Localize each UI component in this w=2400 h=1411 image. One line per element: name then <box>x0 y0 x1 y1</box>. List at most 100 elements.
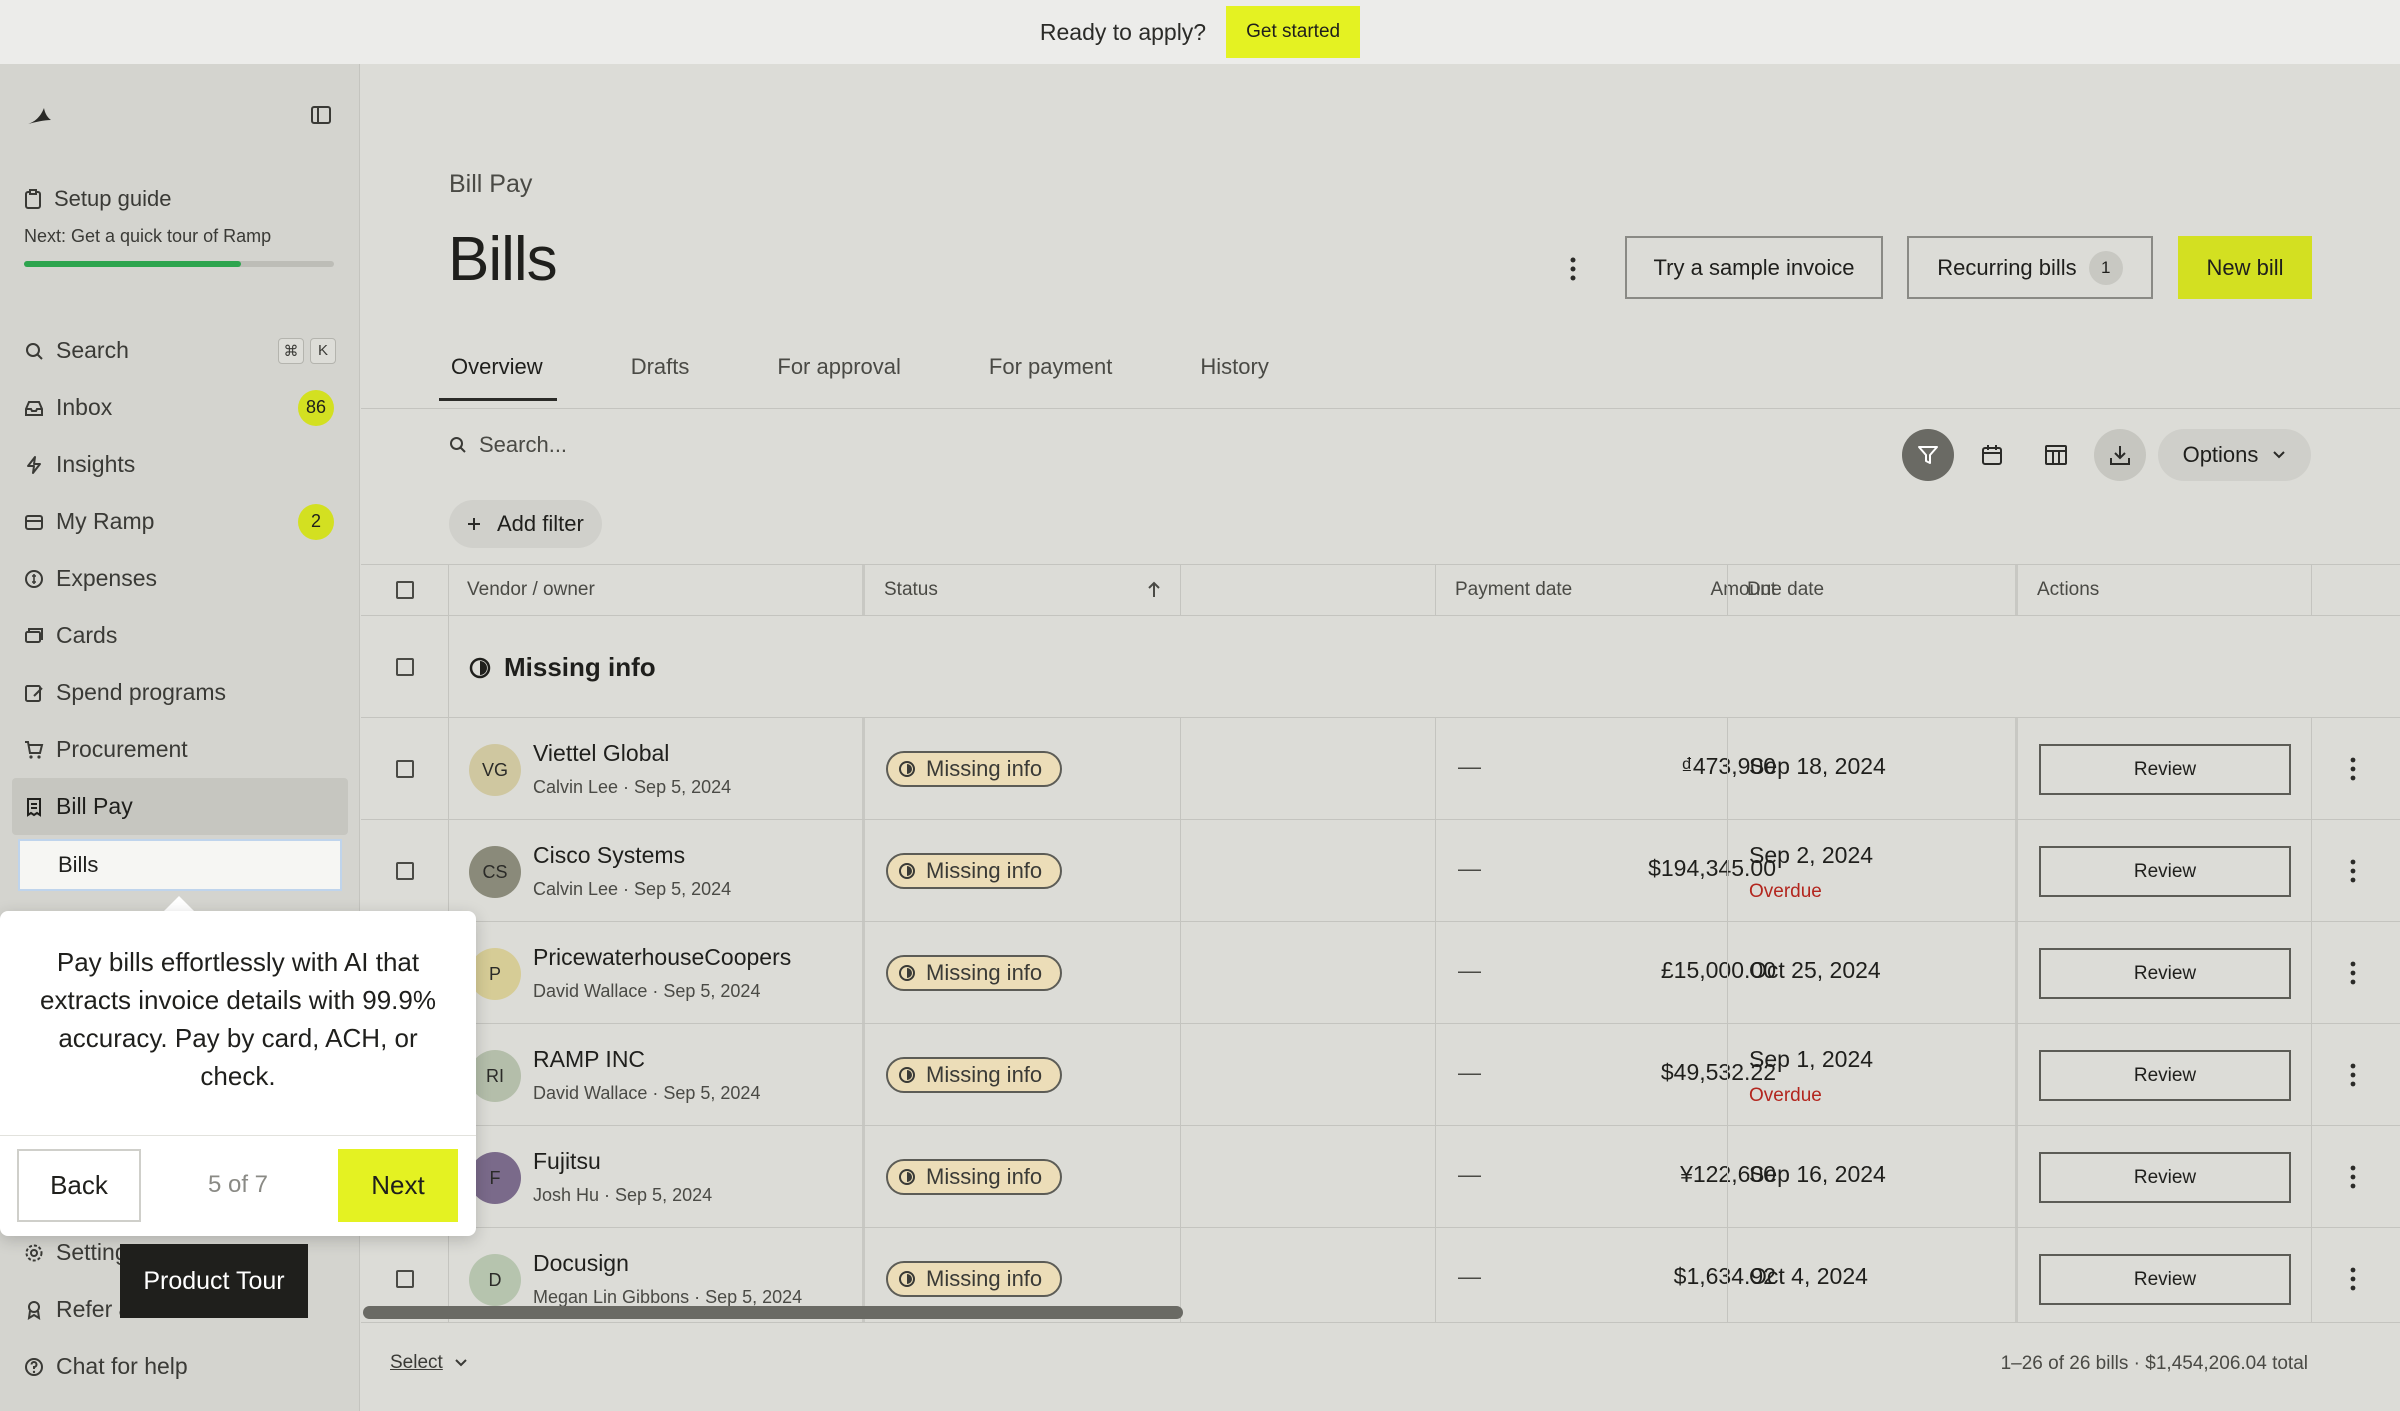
owner-date: David Wallace · Sep 5, 2024 <box>533 981 761 1001</box>
due-date: Oct 4, 2024 <box>1749 1263 1868 1289</box>
inbox-icon <box>25 400 43 416</box>
status-badge: Missing info <box>886 1159 1063 1195</box>
sidebar-item-chat-for-help[interactable]: Chat for help <box>12 1338 348 1395</box>
sidebar-item-my-ramp[interactable]: My Ramp 2 <box>12 493 348 550</box>
payment-date: — <box>1458 753 1481 779</box>
half-circle-icon <box>899 965 915 981</box>
new-bill-button[interactable]: New bill <box>2178 236 2312 299</box>
table-row[interactable]: RI RAMP INC David Wallace · Sep 5, 2024 Mis… <box>361 1024 2400 1126</box>
sidebar-item-insights[interactable]: Insights <box>12 436 348 493</box>
due-date: Sep 1, 2024 <box>1749 1046 1874 1072</box>
table-row[interactable]: F Fujitsu Josh Hu · Sep 5, 2024 Missing inf… <box>361 1126 2400 1228</box>
table-row[interactable]: CS Cisco Systems Calvin Lee · Sep 5, 2024 M… <box>361 820 2400 922</box>
row-more-icon[interactable] <box>2348 1163 2358 1191</box>
row-checkbox[interactable] <box>396 760 414 778</box>
due-date: Sep 18, 2024 <box>1749 753 1886 779</box>
sidebar-item-bill-pay[interactable]: Bill Pay <box>12 778 348 835</box>
payment-date: — <box>1458 1059 1481 1085</box>
tab-overview[interactable]: Overview <box>439 354 557 401</box>
award-icon <box>27 1300 41 1320</box>
tour-description: Pay bills effortlessly with AI that extr… <box>40 947 436 1091</box>
add-filter-button[interactable]: Add filter <box>449 500 602 548</box>
recurring-bills-button[interactable]: Recurring bills 1 <box>1907 236 2153 299</box>
download-icon <box>2110 446 2130 465</box>
avatar: VG <box>469 744 521 796</box>
date-range-button[interactable] <box>1966 429 2018 481</box>
add-filter-label: Add filter <box>497 511 584 536</box>
review-button[interactable]: Review <box>2039 846 2291 897</box>
select-dropdown[interactable]: Select <box>390 1352 467 1374</box>
sidebar-item-expenses[interactable]: Expenses <box>12 550 348 607</box>
sidebar-item-cards[interactable]: Cards <box>12 607 348 664</box>
sidebar-item-spend-programs[interactable]: Spend programs <box>12 664 348 721</box>
setup-guide[interactable]: Setup guide Next: Get a quick tour of Ra… <box>24 186 334 267</box>
status-label: Missing info <box>926 1062 1043 1087</box>
try-sample-invoice-button[interactable]: Try a sample invoice <box>1625 236 1883 299</box>
columns-button[interactable] <box>2030 429 2082 481</box>
search-input[interactable] <box>479 432 879 458</box>
setup-progress-fill <box>24 261 241 267</box>
sort-ascending-icon[interactable] <box>1147 581 1161 599</box>
review-button[interactable]: Review <box>2039 948 2291 999</box>
options-dropdown[interactable]: Options <box>2158 429 2311 481</box>
filter-button[interactable] <box>1902 429 1954 481</box>
review-button[interactable]: Review <box>2039 1152 2291 1203</box>
row-more-icon[interactable] <box>2348 857 2358 885</box>
spend-programs-icon <box>25 684 43 702</box>
product-tour-launcher[interactable]: Product Tour <box>120 1244 308 1318</box>
column-status[interactable]: Status <box>884 565 938 615</box>
horizontal-scrollbar[interactable] <box>363 1306 1183 1319</box>
row-checkbox[interactable] <box>396 862 414 880</box>
column-due-date[interactable]: Due date <box>1747 565 1824 615</box>
sidebar-item-label: Expenses <box>56 565 158 591</box>
vendor-name: PricewaterhouseCoopers <box>533 944 792 970</box>
breadcrumb[interactable]: Bill Pay <box>449 170 532 199</box>
ramp-logo[interactable] <box>24 100 54 130</box>
more-options-icon[interactable] <box>1563 254 1583 284</box>
shortcut-key: K <box>310 337 336 364</box>
row-checkbox[interactable] <box>396 1270 414 1288</box>
row-more-icon[interactable] <box>2348 1061 2358 1089</box>
recurring-bills-count: 1 <box>2088 250 2123 285</box>
row-more-icon[interactable] <box>2348 755 2358 783</box>
payment-date: — <box>1458 1161 1481 1187</box>
row-more-icon[interactable] <box>2348 959 2358 987</box>
tab-drafts[interactable]: Drafts <box>619 354 704 401</box>
sidebar-item-procurement[interactable]: Procurement <box>12 721 348 778</box>
sidebar-subitem-bills[interactable]: Bills <box>18 839 342 891</box>
row-more-icon[interactable] <box>2348 1265 2358 1293</box>
half-circle-icon <box>899 761 915 777</box>
tour-back-button[interactable]: Back <box>17 1149 141 1222</box>
column-vendor-owner[interactable]: Vendor / owner <box>467 565 595 615</box>
table-row[interactable]: VG Viettel Global Calvin Lee · Sep 5, 2024… <box>361 718 2400 820</box>
tour-next-button[interactable]: Next <box>338 1149 458 1222</box>
tab-for-payment[interactable]: For payment <box>977 354 1127 401</box>
sidebar-item-inbox[interactable]: Inbox 86 <box>12 379 348 436</box>
download-button[interactable] <box>2094 429 2146 481</box>
tab-for-approval[interactable]: For approval <box>765 354 915 401</box>
tab-history[interactable]: History <box>1188 354 1282 401</box>
cards-icon <box>25 627 43 643</box>
select-all-checkbox[interactable] <box>396 581 414 599</box>
review-button[interactable]: Review <box>2039 744 2291 795</box>
sidebar-item-search[interactable]: Search ⌘ K <box>12 322 348 379</box>
status-badge: Missing info <box>886 751 1063 787</box>
table-header: Vendor / owner Status Amount Payment dat… <box>361 564 2400 616</box>
owner-date: Calvin Lee · Sep 5, 2024 <box>533 777 732 797</box>
lightning-icon <box>27 455 41 474</box>
review-button[interactable]: Review <box>2039 1050 2291 1101</box>
sidebar-item-label: Chat for help <box>56 1353 188 1379</box>
avatar: P <box>469 948 521 1000</box>
shortcut-key: ⌘ <box>278 337 304 364</box>
get-started-button[interactable]: Get started <box>1226 6 1361 58</box>
table-row[interactable]: P PricewaterhouseCoopers David Wallace · S… <box>361 922 2400 1024</box>
group-checkbox[interactable] <box>396 658 414 676</box>
table-footer: Select 1–26 of 26 bills · $1,454,206.04 … <box>361 1322 2400 1411</box>
column-payment-date[interactable]: Payment date <box>1455 565 1572 615</box>
vendor-name: Cisco Systems <box>533 842 686 868</box>
half-circle-icon <box>899 1067 915 1083</box>
collapse-sidebar-icon[interactable] <box>310 104 332 126</box>
bill-icon <box>27 797 41 817</box>
payment-date: — <box>1458 957 1481 983</box>
review-button[interactable]: Review <box>2039 1254 2291 1305</box>
